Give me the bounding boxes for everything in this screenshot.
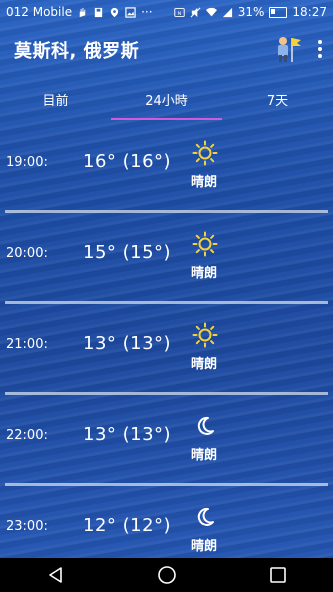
svg-text:N: N [177,10,181,16]
set-location-icon[interactable] [273,34,303,64]
app-bar: 莫斯科, 俄罗斯 [0,24,333,76]
forecast-row[interactable]: 22:00: 13° (13°) 晴朗 [0,395,333,486]
battery-icon [269,6,288,18]
tab-7-days[interactable]: 7天 [222,82,333,120]
forecast-time: 22:00: [6,428,48,443]
back-triangle-icon [48,567,62,583]
overflow-menu-icon[interactable] [317,38,323,60]
battery-percent: 31% [237,5,265,19]
recents-square-icon [269,567,286,583]
forecast-temp: 13° (13°) [83,333,172,354]
moon-icon [197,507,214,526]
sun-icon [192,322,218,348]
navigation-bar [0,558,333,592]
status-bar: 012 Mobile ··· N 31% 18:27 [0,0,333,24]
forecast-time: 23:00: [6,519,48,534]
forecast-temp: 13° (13°) [83,424,172,445]
wifi-icon [205,7,217,16]
signal-icon [222,7,232,17]
location-icon [110,7,119,17]
forecast-condition: 晴朗 [191,175,218,190]
silent-icon [190,7,201,17]
home-circle-icon [157,566,176,584]
forecast-row[interactable]: 21:00: 13° (13°) 晴朗 [0,304,333,395]
moon-icon [197,416,214,435]
forecast-condition: 晴朗 [191,266,218,281]
recents-button[interactable] [267,564,289,586]
forecast-temp: 16° (16°) [83,151,172,172]
sun-icon [192,231,218,257]
tab-current[interactable]: 目前 [0,82,111,120]
forecast-row[interactable]: 19:00: 16° (16°) 晴朗 [0,122,333,213]
tab-24-hours[interactable]: 24小時 [111,82,222,120]
more-notifications-icon: ··· [141,5,153,19]
status-right: N 31% 18:27 [174,5,327,19]
home-button[interactable] [156,564,178,586]
app-screen: 012 Mobile ··· N 31% 18:27 莫斯科, 俄罗斯 目前 2… [0,0,333,592]
forecast-condition: 晴朗 [191,539,218,554]
status-left: 012 Mobile ··· [6,5,153,19]
hand-icon [79,7,86,17]
forecast-temp: 15° (15°) [83,242,172,263]
hourly-forecast-list: 19:00: 16° (16°) 晴朗 20:00: 15° (15°) 晴朗 … [0,122,333,577]
sun-icon [192,140,218,166]
carrier-label: 012 Mobile [6,5,73,19]
nfc-icon: N [174,7,185,17]
location-title: 莫斯科, 俄罗斯 [14,41,140,62]
tab-bar: 目前 24小時 7天 [0,82,333,120]
forecast-temp: 12° (12°) [83,515,172,536]
forecast-row[interactable]: 20:00: 15° (15°) 晴朗 [0,213,333,304]
forecast-time: 21:00: [6,337,48,352]
save-icon [94,7,103,17]
forecast-condition: 晴朗 [191,357,218,372]
clock: 18:27 [292,5,327,19]
image-icon [125,6,136,18]
forecast-time: 19:00: [6,155,48,170]
back-button[interactable] [45,564,67,586]
app-actions [273,34,323,64]
forecast-condition: 晴朗 [191,448,218,463]
forecast-time: 20:00: [6,246,48,261]
